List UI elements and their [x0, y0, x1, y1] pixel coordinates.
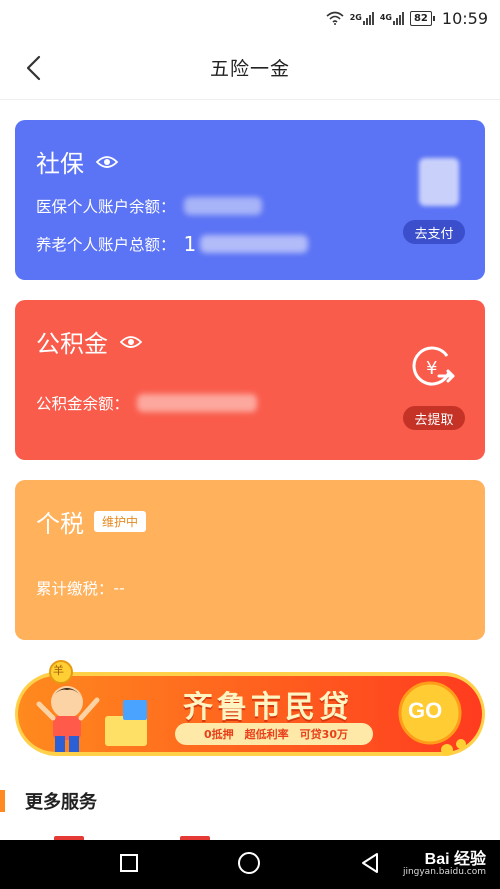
page-title: 五险一金	[209, 58, 290, 80]
network-type-2: 4G	[379, 13, 392, 22]
housing-fund-title: 公积金	[36, 324, 142, 359]
housing-fund-balance-row: 公积金余额：	[36, 392, 258, 414]
watermark-main: Bai 经验	[424, 851, 486, 868]
back-nav-icon[interactable]	[359, 852, 381, 878]
signal-bars-icon	[362, 11, 374, 25]
banner-title: 齐鲁市民贷	[183, 690, 353, 725]
home-icon[interactable]	[237, 851, 261, 879]
housing-fund-card[interactable]: 公积金 公积金余额： ¥ 去提取	[15, 300, 485, 460]
medical-balance-value-blurred	[183, 197, 262, 215]
social-insurance-card[interactable]: 社保 医保个人账户余额： 养老个人账户总额： 1 去支付	[15, 120, 485, 280]
social-insurance-title-text: 社保	[36, 150, 84, 178]
qr-code-blurred[interactable]	[419, 158, 459, 206]
status-bar: 2G 4G 82 10:59	[0, 0, 500, 36]
housing-fund-title-text: 公积金	[36, 330, 108, 358]
more-services-header: 更多服务	[0, 786, 97, 816]
medical-balance-row: 医保个人账户余额：	[36, 195, 262, 217]
recents-icon[interactable]	[119, 853, 139, 877]
eye-icon[interactable]	[96, 155, 118, 169]
maintenance-badge: 维护中	[94, 511, 147, 532]
income-tax-title-text: 个税	[36, 510, 84, 538]
pension-total-row: 养老个人账户总额： 1	[36, 232, 309, 256]
section-accent-bar	[0, 790, 5, 812]
go-button[interactable]: GO	[408, 698, 442, 724]
housing-fund-balance-value-blurred	[137, 394, 258, 412]
wifi-icon	[326, 11, 344, 25]
qilu-loan-banner[interactable]: 齐鲁市民贷 0抵押 超低利率 可贷30万 GO 羊	[15, 658, 485, 758]
battery-indicator: 82	[409, 10, 435, 26]
tax-total-value: --	[113, 579, 125, 597]
pension-total-value-visible: 1	[183, 232, 197, 256]
back-button[interactable]	[18, 52, 48, 84]
eye-icon[interactable]	[120, 335, 142, 349]
chevron-left-icon	[26, 55, 41, 81]
pension-total-label: 养老个人账户总额：	[36, 236, 176, 254]
coin-label: 羊	[53, 664, 64, 677]
baidu-watermark: Bai 经验 jingyan.baidu.com	[403, 845, 486, 877]
network-type-1: 2G	[349, 13, 362, 22]
watermark-sub: jingyan.baidu.com	[402, 867, 486, 877]
yuan-transfer-icon: ¥	[409, 342, 457, 394]
signal-1: 2G	[350, 11, 374, 25]
housing-fund-balance-label: 公积金余额：	[36, 395, 130, 413]
social-insurance-title: 社保	[36, 144, 118, 179]
income-tax-title: 个税 维护中	[36, 504, 147, 539]
more-services-title: 更多服务	[25, 792, 97, 813]
clock: 10:59	[441, 8, 488, 28]
signal-bars-icon	[392, 11, 404, 25]
withdraw-button[interactable]: 去提取	[403, 406, 465, 430]
tax-total-row: 累计缴税： --	[36, 577, 125, 599]
signal-2: 4G	[380, 11, 404, 25]
pay-button[interactable]: 去支付	[403, 220, 465, 244]
banner-subtitle: 0抵押 超低利率 可贷30万	[204, 728, 348, 741]
tax-total-label: 累计缴税：	[36, 580, 114, 598]
medical-balance-label: 医保个人账户余额：	[36, 198, 176, 216]
svg-text:¥: ¥	[426, 358, 437, 379]
app-header: 五险一金	[0, 36, 500, 100]
income-tax-card[interactable]: 个税 维护中 累计缴税： --	[15, 480, 485, 640]
pension-total-value-blurred	[200, 235, 309, 253]
